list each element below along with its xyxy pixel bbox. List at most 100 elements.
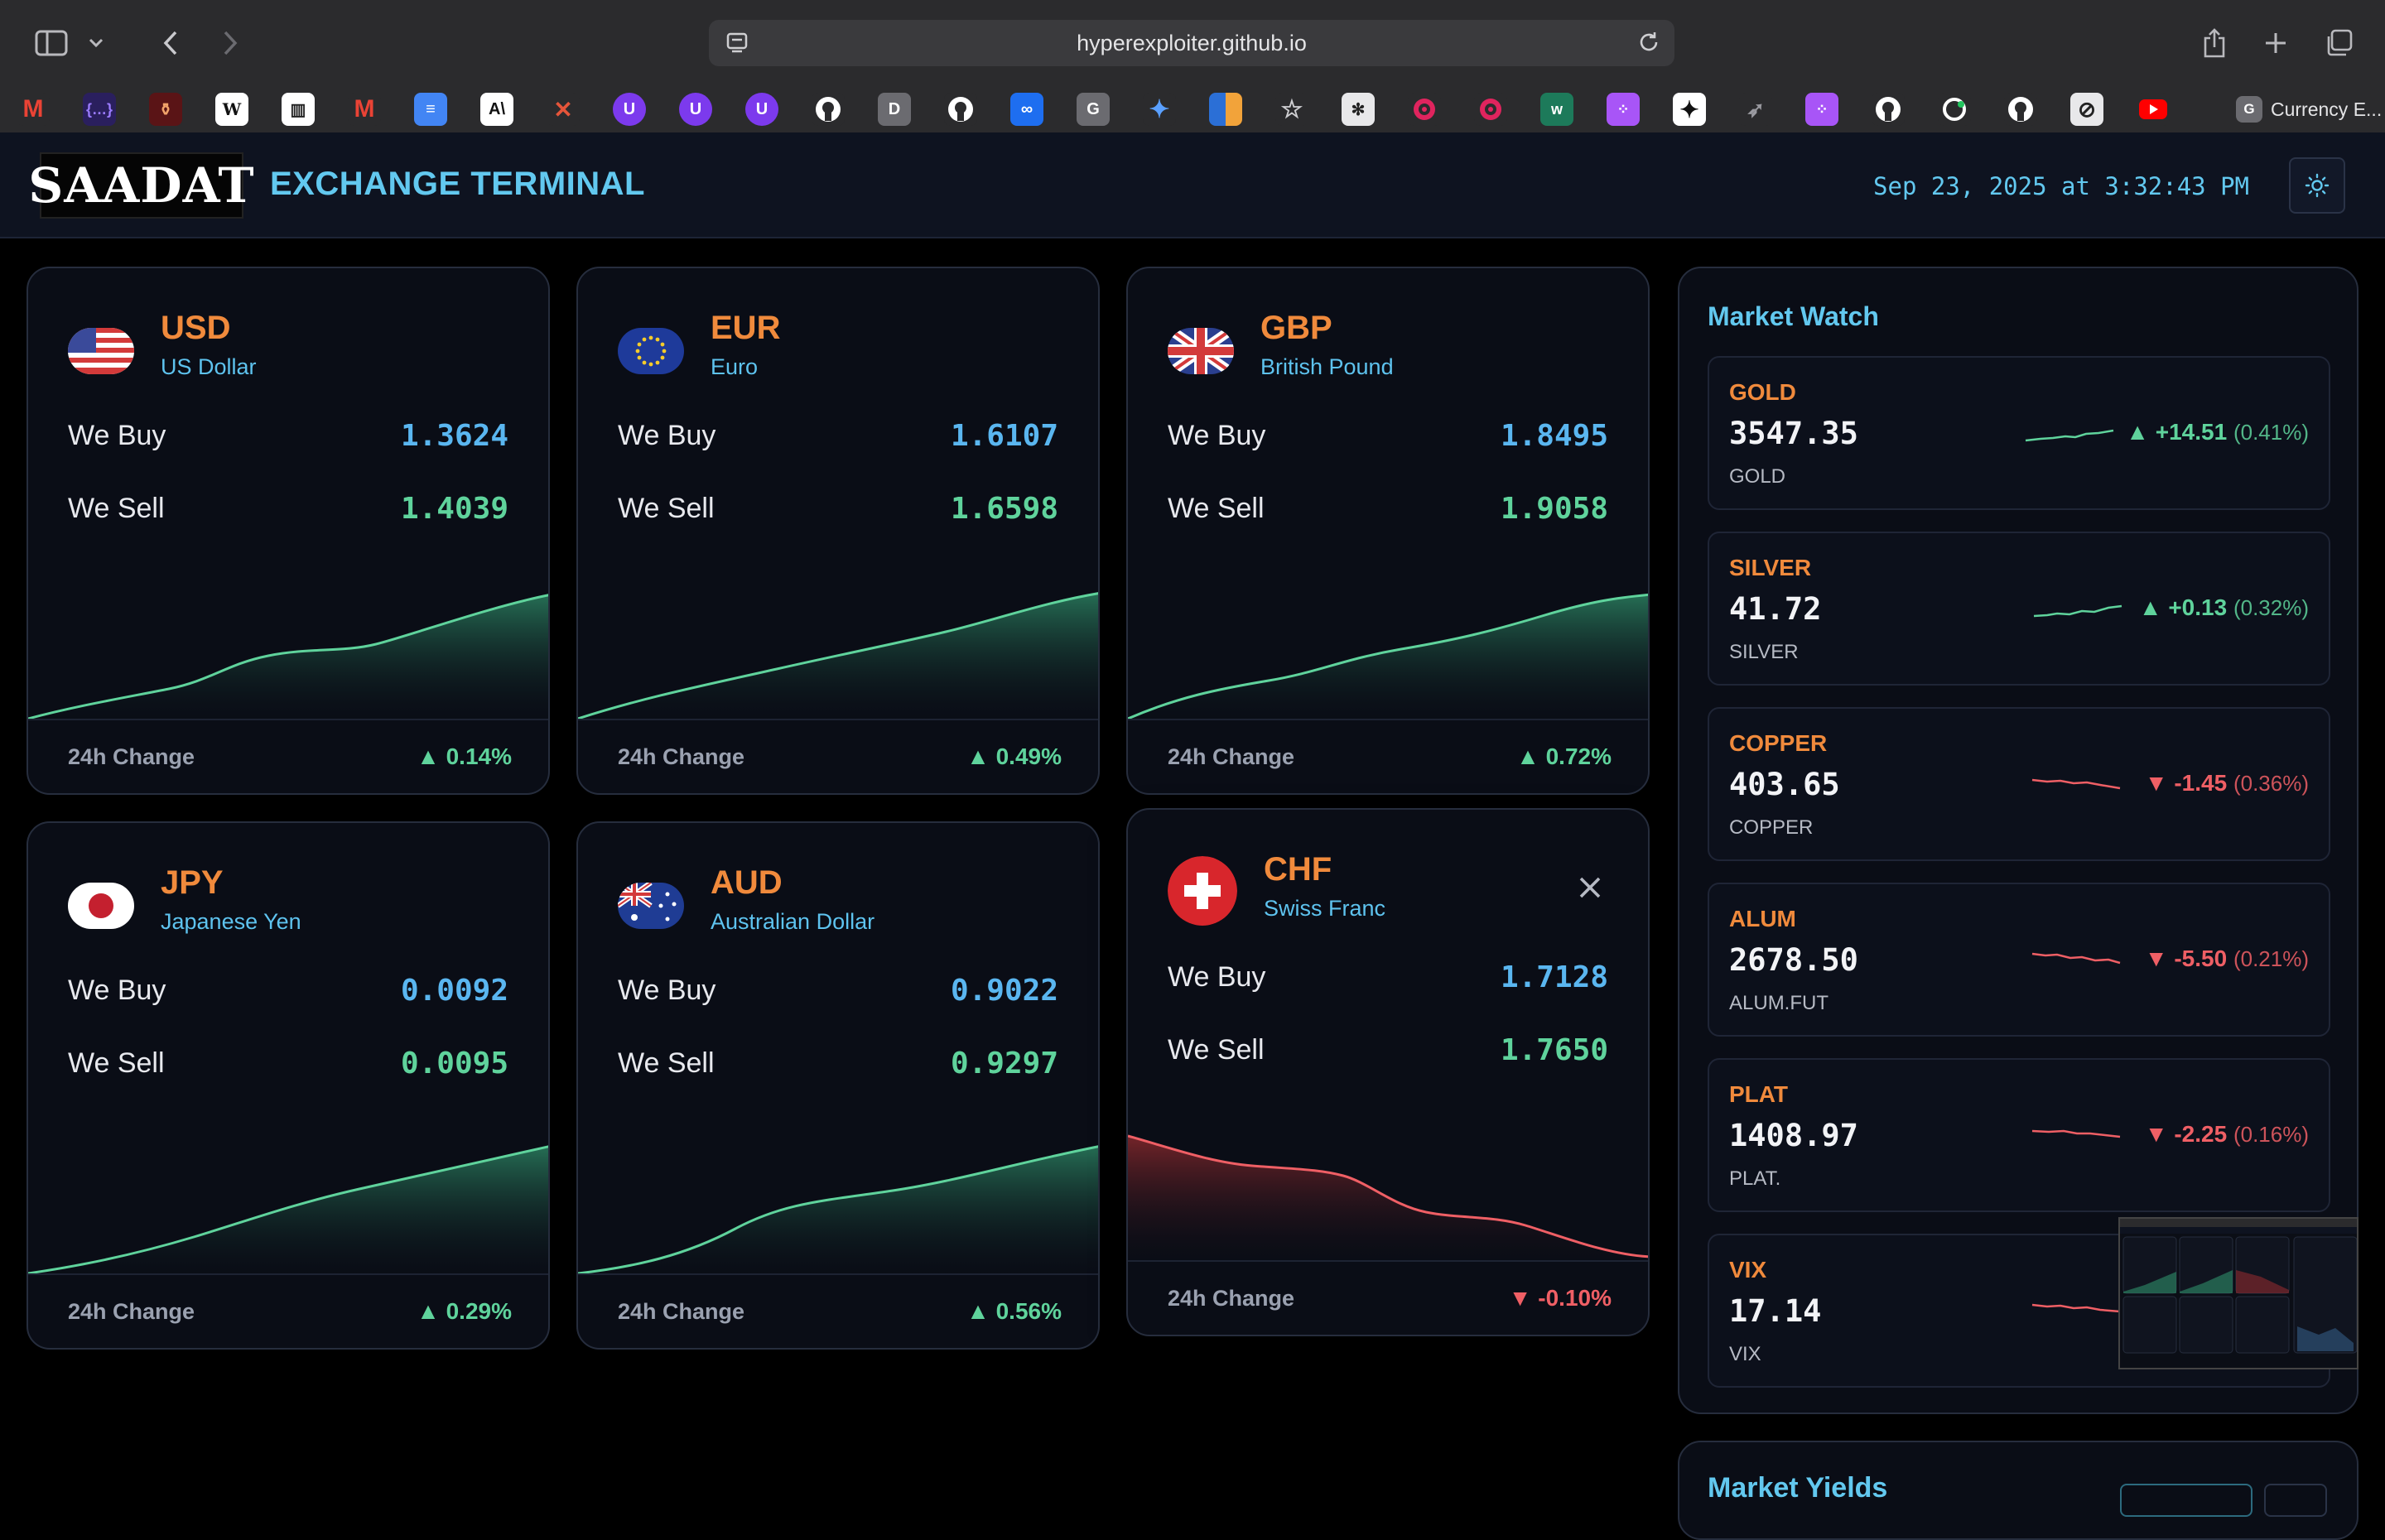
meta-bookmark-icon[interactable]: ∞ xyxy=(1010,93,1043,126)
us-flag-icon xyxy=(68,328,134,374)
card-footer: 24h Change ▲ 0.49% xyxy=(578,719,1098,793)
dots-bookmark-icon[interactable]: ⁘ xyxy=(1607,93,1640,126)
bird-bookmark-icon[interactable]: ➶ xyxy=(1739,93,1772,126)
app-header: SAADAT EXCHANGE TERMINAL Sep 23, 2025 at… xyxy=(0,132,2385,238)
currency-card-chf[interactable]: CHF Swiss Franc We Buy 1.7128 We Sell 1.76… xyxy=(1126,808,1650,1336)
target-bookmark-icon[interactable] xyxy=(1408,93,1441,126)
card-header: GBP British Pound xyxy=(1168,310,1394,380)
eu-flag-icon xyxy=(618,328,684,374)
close-icon[interactable] xyxy=(1573,871,1607,904)
change-label: 24h Change xyxy=(68,1298,195,1324)
market-item-alum[interactable]: ALUM 2678.50 ALUM.FUT ▼ -5.50 (0.21%) xyxy=(1708,883,2330,1037)
change-label: 24h Change xyxy=(1168,1285,1295,1311)
share-icon[interactable] xyxy=(2195,23,2234,63)
yields-option-button[interactable] xyxy=(2264,1484,2327,1517)
star-bookmark-icon[interactable]: ☆ xyxy=(1275,93,1308,126)
currency-card-usd[interactable]: USD US Dollar We Buy 1.3624 We Sell 1.4039… xyxy=(26,267,550,795)
docs-bookmark-icon[interactable]: ≡ xyxy=(414,93,447,126)
change-value: ▲ 0.29% xyxy=(417,1298,512,1324)
market-item-copper[interactable]: COPPER 403.65 COPPER ▼ -1.45 (0.36%) xyxy=(1708,707,2330,861)
github-bookmark-icon-2[interactable] xyxy=(944,93,977,126)
sell-rate: 0.0095 xyxy=(400,1047,508,1080)
gmail-bookmark-icon[interactable]: M xyxy=(17,93,50,126)
buy-label: We Buy xyxy=(618,975,716,1006)
card-header: AUD Australian Dollar xyxy=(618,864,874,935)
openai-bookmark-icon[interactable]: ✻ xyxy=(1342,93,1375,126)
sun-icon xyxy=(2305,173,2330,198)
currency-card-gbp[interactable]: GBP British Pound We Buy 1.8495 We Sell 1.… xyxy=(1126,267,1650,795)
change-percent: (0.32%) xyxy=(2233,595,2309,620)
currency-card-aud[interactable]: AUD Australian Dollar We Buy 0.9022 We Se… xyxy=(576,821,1100,1350)
market-item-plat[interactable]: PLAT 1408.97 PLAT. ▼ -2.25 (0.16%) xyxy=(1708,1058,2330,1212)
forward-icon[interactable] xyxy=(210,23,250,63)
currency-card-eur[interactable]: EUR Euro We Buy 1.6107 We Sell 1.6598 24h … xyxy=(576,267,1100,795)
sell-label: We Sell xyxy=(1168,1034,1265,1066)
market-yields-panel: Market Yields xyxy=(1678,1441,2358,1540)
sell-row: We Sell 0.0095 xyxy=(68,1047,508,1080)
market-item-silver[interactable]: SILVER 41.72 SILVER ▲ +0.13 (0.32%) xyxy=(1708,532,2330,686)
new-tab-icon[interactable] xyxy=(2256,23,2296,63)
archive-bookmark-icon[interactable]: ▥ xyxy=(282,93,315,126)
gmail-bookmark-icon-2[interactable]: M xyxy=(348,93,381,126)
market-symbol: COPPER xyxy=(1729,730,1828,756)
g-bookmark-icon[interactable]: G xyxy=(1077,93,1110,126)
reload-icon[interactable] xyxy=(1636,30,1661,55)
github-bookmark-icon-4[interactable] xyxy=(2004,93,2037,126)
mini-sparkline xyxy=(2031,1129,2121,1138)
sparkline-chart xyxy=(28,594,548,722)
gemini-bookmark-icon[interactable]: ✦ xyxy=(1143,93,1176,126)
w-bookmark-icon[interactable]: w xyxy=(1540,93,1573,126)
back-icon[interactable] xyxy=(151,23,190,63)
notebook-bookmark-icon[interactable] xyxy=(1209,93,1242,126)
market-change: ▼ -5.50 (0.21%) xyxy=(2145,946,2309,972)
bookmark-currency-exchange[interactable]: G Currency E... xyxy=(2236,96,2382,123)
tab-overview-icon[interactable] xyxy=(2319,23,2358,63)
proton-bookmark-icon[interactable]: U xyxy=(613,93,646,126)
proton-bookmark-icon-2[interactable]: U xyxy=(679,93,712,126)
buy-row: We Buy 1.3624 xyxy=(68,419,508,453)
screenshot-preview-image xyxy=(2120,1219,2357,1368)
mini-sparkline xyxy=(2025,429,2114,442)
wikipedia-bookmark-icon[interactable]: W xyxy=(215,93,248,126)
theme-toggle-button[interactable] xyxy=(2289,157,2345,214)
market-yields-title: Market Yields xyxy=(1708,1472,1888,1504)
youtube-bookmark-icon[interactable] xyxy=(2137,93,2170,126)
dots-bookmark-icon-2[interactable]: ⁘ xyxy=(1805,93,1838,126)
currency-card-jpy[interactable]: JPY Japanese Yen We Buy 0.0092 We Sell 0.0… xyxy=(26,821,550,1350)
market-symbol: ALUM xyxy=(1729,906,1796,931)
buy-row: We Buy 1.6107 xyxy=(618,419,1058,453)
buy-rate: 1.3624 xyxy=(400,419,508,453)
sell-rate: 1.4039 xyxy=(400,492,508,526)
github-bookmark-icon-3[interactable] xyxy=(1872,93,1905,126)
bookmarks-bar: M {…} ⚱ W ▥ M ≡ A\ ✕ U U U D ∞ G ✦ ☆ ✻ w… xyxy=(0,86,2385,132)
sidebar-toggle-icon[interactable] xyxy=(31,23,71,63)
target-bookmark-icon-2[interactable] xyxy=(1474,93,1507,126)
buy-label: We Buy xyxy=(68,420,166,451)
github-bookmark-icon[interactable] xyxy=(812,93,845,126)
x-bookmark-icon[interactable]: ✕ xyxy=(547,93,580,126)
market-subtitle: COPPER xyxy=(1729,816,1814,839)
d-bookmark-icon[interactable]: D xyxy=(878,93,911,126)
site-settings-icon[interactable] xyxy=(725,31,749,55)
market-price: 403.65 xyxy=(1729,767,1840,802)
fire-bookmark-icon[interactable]: ⚱ xyxy=(149,93,182,126)
blocked-bookmark-icon[interactable]: ⊘ xyxy=(2070,93,2103,126)
sparkle-bookmark-icon[interactable]: ✦ xyxy=(1673,93,1706,126)
market-subtitle: SILVER xyxy=(1729,641,1799,663)
anthropic-bookmark-icon[interactable]: A\ xyxy=(480,93,513,126)
refresh-bookmark-icon[interactable] xyxy=(1938,93,1971,126)
market-symbol: GOLD xyxy=(1729,379,1796,405)
market-price: 17.14 xyxy=(1729,1293,1822,1329)
market-price: 3547.35 xyxy=(1729,416,1858,451)
proton-bookmark-icon-3[interactable]: U xyxy=(745,93,778,126)
yields-filter-button[interactable] xyxy=(2120,1484,2252,1517)
market-change: ▲ +14.51 (0.41%) xyxy=(2126,419,2309,445)
buy-row: We Buy 1.8495 xyxy=(1168,419,1608,453)
market-item-gold[interactable]: GOLD 3547.35 GOLD ▲ +14.51 (0.41%) xyxy=(1708,356,2330,510)
market-subtitle: ALUM.FUT xyxy=(1729,992,1828,1014)
code-bookmark-icon[interactable]: {…} xyxy=(83,93,116,126)
chevron-down-icon[interactable] xyxy=(76,23,116,63)
market-price: 1408.97 xyxy=(1729,1118,1858,1153)
screenshot-thumbnail[interactable] xyxy=(2118,1217,2358,1369)
address-bar[interactable]: hyperexploiter.github.io xyxy=(709,20,1674,66)
